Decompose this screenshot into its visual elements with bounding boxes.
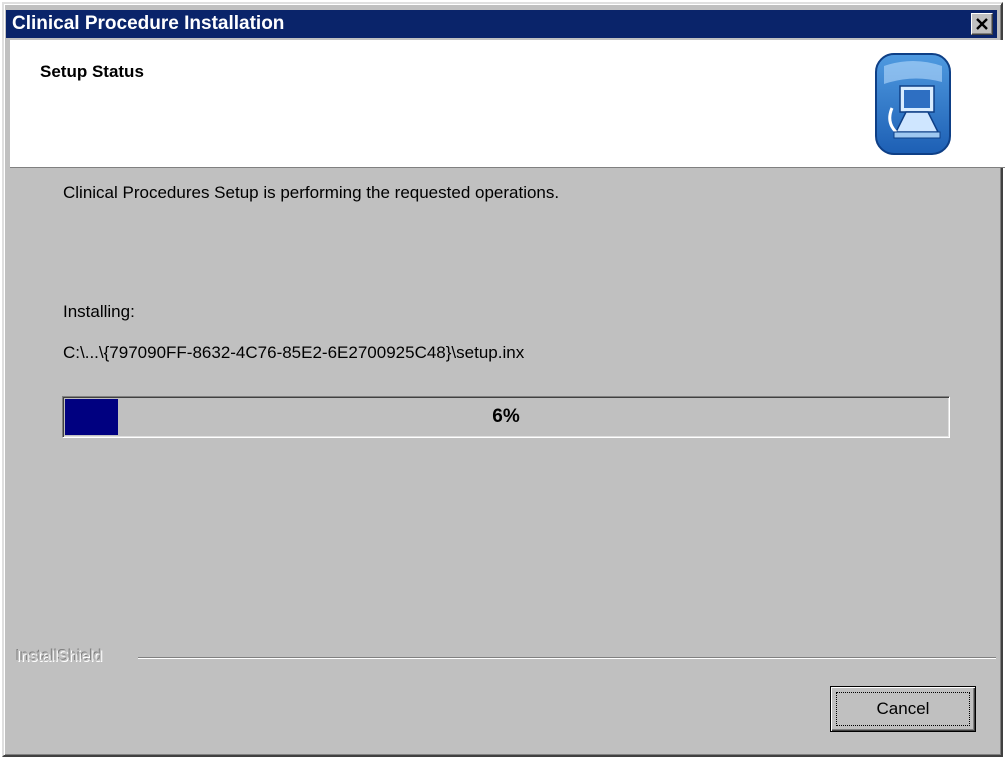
header-panel: Setup Status	[10, 40, 1005, 168]
window-title: Clinical Procedure Installation	[12, 13, 285, 34]
computer-setup-icon	[874, 52, 952, 156]
cancel-button[interactable]: Cancel	[830, 686, 976, 732]
installshield-brand: InstallShield	[16, 648, 103, 665]
installing-label: Installing:	[63, 302, 135, 321]
status-message: Clinical Procedures Setup is performing …	[63, 183, 560, 202]
close-icon	[976, 18, 988, 30]
cancel-button-label: Cancel	[876, 699, 930, 718]
install-file-path: C:\...\{797090FF-8632-4C76-85E2-6E270092…	[63, 343, 525, 362]
progress-bar: 6%	[62, 396, 950, 438]
progress-percent: 6%	[492, 406, 520, 427]
footer-divider	[138, 657, 996, 659]
page-title: Setup Status	[40, 62, 144, 81]
title-bar[interactable]: Clinical Procedure Installation	[6, 10, 997, 38]
close-button[interactable]	[971, 13, 993, 35]
